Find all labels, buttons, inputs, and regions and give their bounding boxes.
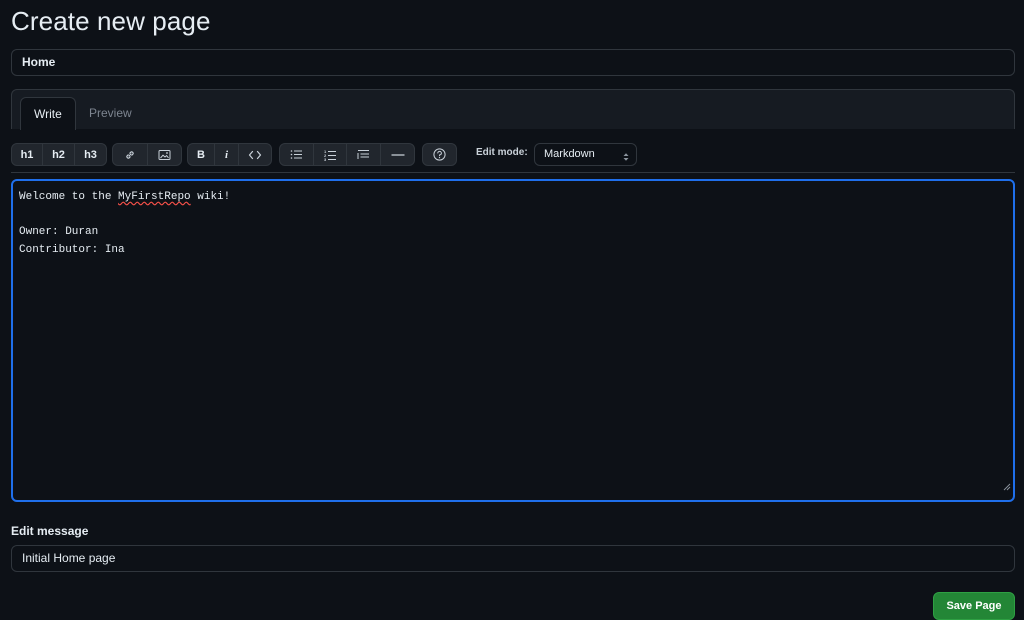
resize-handle-icon[interactable] [1003, 481, 1011, 499]
unordered-list-icon [290, 149, 303, 160]
tab-preview[interactable]: Preview [76, 97, 145, 130]
help-icon [433, 148, 446, 161]
svg-text:3: 3 [324, 157, 327, 161]
blockquote-button[interactable] [347, 144, 381, 165]
markdown-editor[interactable]: Welcome to the MyFirstRepo wiki! Owner: … [11, 179, 1015, 502]
blockquote-icon [357, 149, 370, 160]
horizontal-rule-button[interactable] [381, 144, 414, 165]
image-button[interactable] [148, 144, 181, 165]
code-button[interactable] [239, 144, 271, 165]
save-page-button[interactable]: Save Page [933, 592, 1015, 620]
unordered-list-button[interactable] [280, 144, 314, 165]
list-group: 123 [279, 143, 415, 166]
ordered-list-button[interactable]: 123 [314, 144, 347, 165]
link-icon [124, 149, 136, 161]
editor-tabbar: Write Preview [11, 89, 1015, 130]
editor-line: Owner: Duran [19, 226, 99, 238]
italic-button[interactable]: i [215, 144, 239, 165]
image-icon [158, 149, 171, 161]
h1-button[interactable]: h1 [12, 144, 43, 165]
page-title-input[interactable]: Home [11, 49, 1015, 76]
editor-line: Contributor: Ina [19, 243, 125, 256]
edit-mode-label: Edit mode: [476, 147, 528, 158]
editor-line: Welcome to the MyFirstRepo wiki! [19, 191, 231, 203]
tab-write[interactable]: Write [20, 97, 76, 130]
toolbar-divider [11, 172, 1015, 173]
misspelled-word: MyFirstRepo [118, 191, 191, 203]
edit-message-input[interactable]: Initial Home page [11, 545, 1015, 572]
ordered-list-icon: 123 [324, 149, 337, 161]
page-title: Create new page [11, 6, 211, 36]
h3-button[interactable]: h3 [75, 144, 106, 165]
format-group: B i [187, 143, 272, 166]
edit-mode-value: Markdown [544, 148, 595, 160]
help-button[interactable] [423, 144, 456, 165]
horizontal-rule-icon [391, 153, 405, 157]
bold-button[interactable]: B [188, 144, 215, 165]
edit-message-label: Edit message [11, 524, 89, 538]
link-button[interactable] [113, 144, 148, 165]
heading-group: h1 h2 h3 [11, 143, 107, 166]
code-icon [248, 150, 262, 160]
edit-mode-select[interactable]: Markdown [534, 143, 637, 166]
help-group [422, 143, 457, 166]
h2-button[interactable]: h2 [43, 144, 75, 165]
select-arrows-icon [623, 149, 629, 170]
insert-group [112, 143, 182, 166]
